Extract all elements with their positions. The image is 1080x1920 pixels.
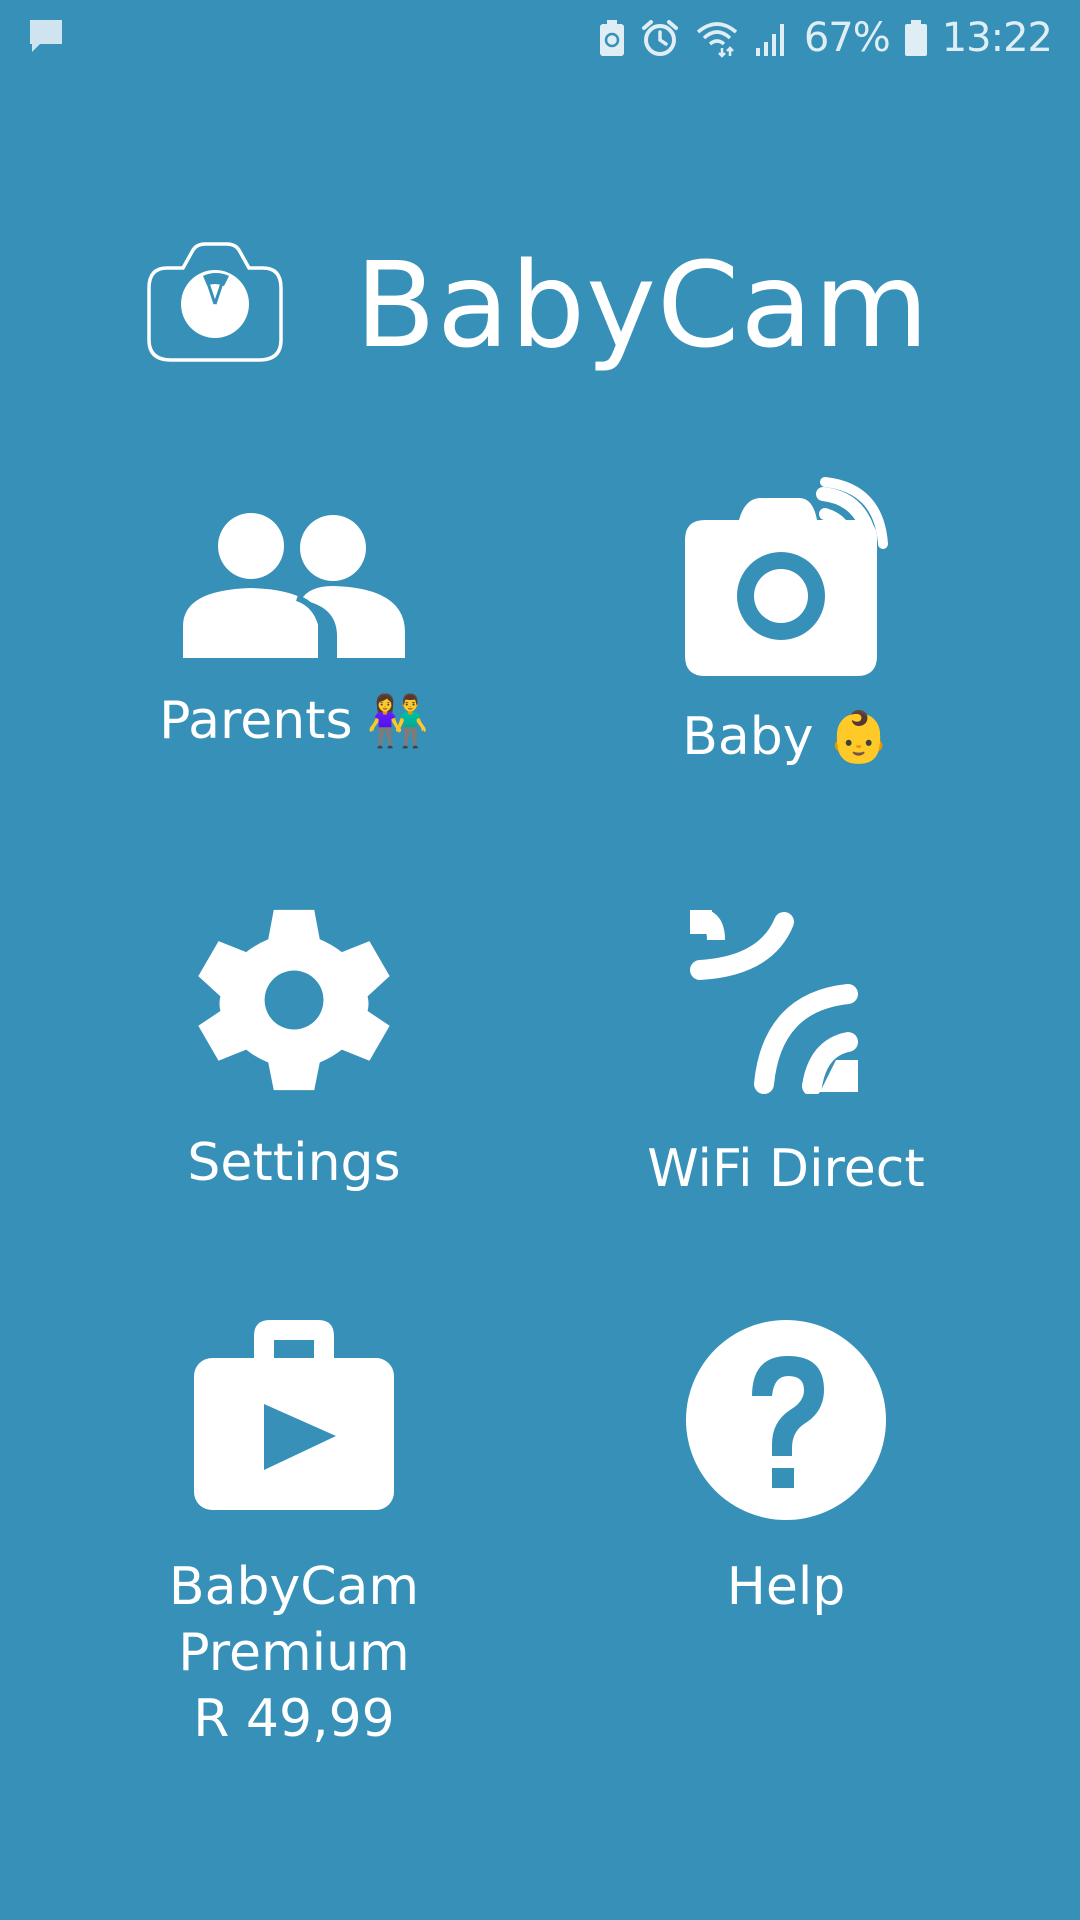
battery-percent: 67% — [803, 15, 891, 61]
baby-label: Baby 👶 — [682, 704, 890, 770]
settings-button[interactable]: Settings — [64, 900, 524, 1196]
premium-price: R 49,99 — [193, 1689, 395, 1749]
people-icon — [183, 508, 405, 662]
store-play-icon — [192, 1320, 396, 1516]
baby-label-text: Baby — [682, 707, 814, 767]
couple-emoji: 👫 — [366, 692, 429, 750]
parents-button[interactable]: Parents 👫 — [64, 508, 524, 754]
premium-line-name: BabyCam — [168, 1557, 420, 1617]
app-title: BabyCam — [355, 236, 930, 374]
premium-button[interactable]: BabyCam Premium R 49,99 — [64, 1320, 524, 1752]
camera-broadcast-icon — [681, 472, 891, 682]
help-button[interactable]: Help — [556, 1318, 1016, 1620]
help-label: Help — [726, 1557, 846, 1617]
signal-icon — [754, 18, 790, 58]
parents-label-text: Parents — [159, 691, 353, 751]
battery-icon — [904, 18, 928, 58]
baby-emoji: 👶 — [827, 708, 890, 766]
status-bar: 67% 13:22 — [0, 0, 1080, 76]
baby-button[interactable]: Baby 👶 — [556, 472, 1016, 770]
clock: 13:22 — [941, 15, 1053, 61]
battery-saver-icon — [598, 18, 626, 58]
premium-label: BabyCam Premium R 49,99 — [169, 1554, 419, 1752]
wifi-icon — [694, 18, 740, 58]
help-icon — [684, 1318, 888, 1526]
wifi-direct-icon — [686, 909, 886, 1098]
gear-icon — [194, 900, 394, 1104]
parents-label: Parents 👫 — [159, 688, 429, 754]
camera-logo-icon — [145, 242, 285, 368]
wifi-direct-button[interactable]: WiFi Direct — [556, 909, 1016, 1202]
premium-line-tier: Premium — [178, 1623, 410, 1683]
settings-label: Settings — [187, 1133, 401, 1193]
app-header: BabyCam — [145, 230, 945, 380]
alarm-icon — [640, 18, 680, 58]
chat-notification-icon — [26, 16, 66, 60]
wifi-direct-label: WiFi Direct — [647, 1139, 925, 1199]
